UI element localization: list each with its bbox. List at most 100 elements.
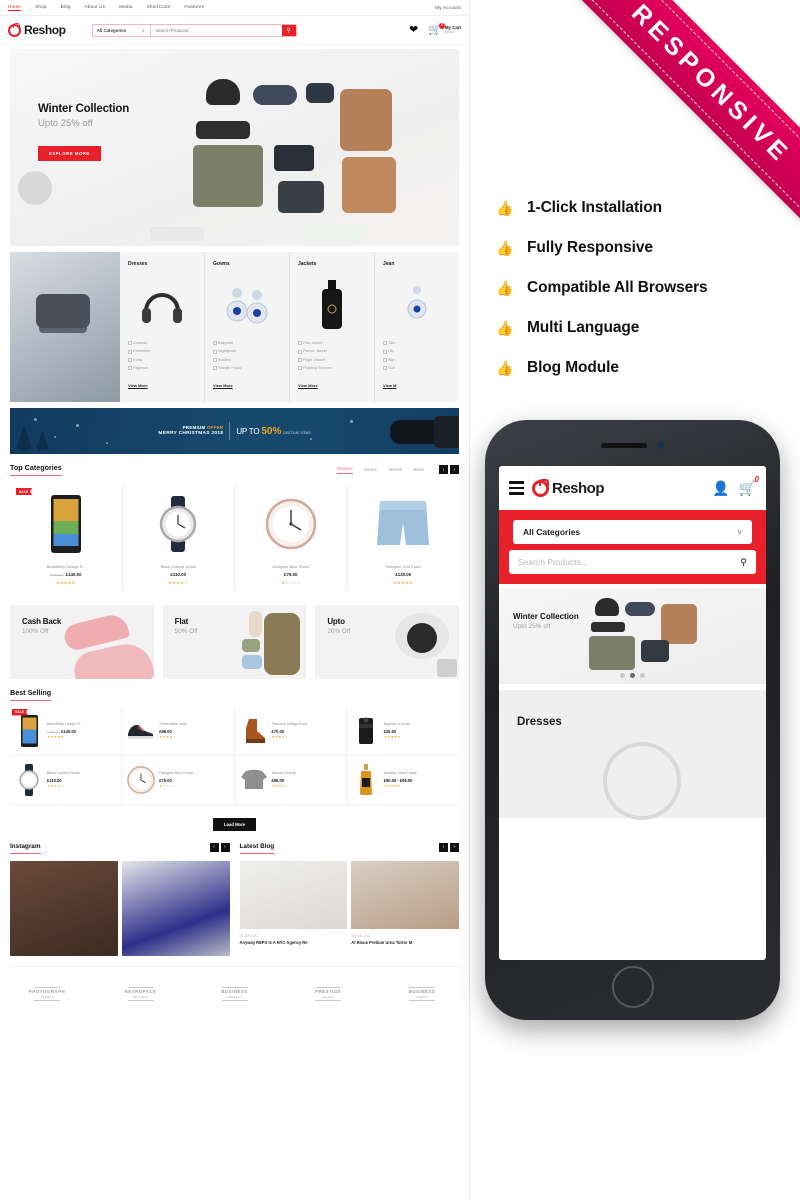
header-actions: ❤ 🛒 0 My Cart £0.00 [409,22,461,36]
chevron-down-icon: ˅ [737,527,742,537]
carousel-dot[interactable] [620,673,625,678]
chevron-right-icon[interactable]: › [450,465,459,474]
mobile-search-input[interactable]: Search Products... ⚲ [509,550,756,574]
nav-item-features[interactable]: Features [184,4,204,11]
list-item[interactable]: Designer Blue Dress £75.00 ★★★★★ [122,755,235,805]
product-card[interactable]: Black Lowest Jeans £110.00 ★★★★★ [123,484,235,591]
category-strip: Dresses Anarkali Parineeta Kurta Pajamas… [10,252,459,402]
cart-icon[interactable]: 🛒 0 [739,476,759,496]
product-card[interactable]: SALE Beautifully Design R.. £180.00 £140.… [10,484,123,591]
category-link[interactable]: Parineeta [128,348,196,354]
smartphone-image [50,495,81,553]
logo-text: Reshop [24,23,66,37]
category-link[interactable]: Anarkali [128,340,196,346]
tab-gowns[interactable]: Gowns [364,467,377,472]
wall-clock-image [127,765,156,794]
category-link[interactable]: Skin [383,357,451,362]
brand-logo[interactable]: BUSINESS COMPANY [202,974,268,1014]
cart-widget[interactable]: 🛒 0 My Cart £0.00 [428,22,461,36]
view-more-link[interactable]: View More [213,383,233,388]
view-more-link[interactable]: View More [298,383,318,388]
my-account-link[interactable]: My Account [435,5,461,10]
category-link[interactable]: Pajamas [128,365,196,371]
category-link[interactable]: Suit [383,365,451,371]
feature-item-blog-module: 👍 Blog Module [496,348,786,388]
instagram-photo[interactable] [121,860,230,956]
brand-logo[interactable]: RETROPACK ORIGINAL [108,974,174,1014]
category-link[interactable]: Babydoll [213,340,281,346]
category-link[interactable]: Hip [383,348,451,354]
search-input[interactable] [150,24,282,36]
promo-upto[interactable]: Upto 20% Off [315,604,460,679]
rating-stars: ★★★★★ [281,579,301,585]
product-card[interactable]: Designer Suit Court £120.00 ★★★★★ [348,484,460,591]
list-item[interactable]: Daphne In Scarf £35.00 ★★★★★ [346,707,459,756]
nav-item-blog[interactable]: Blog [61,4,71,11]
carousel-dot-active[interactable] [630,673,635,678]
explore-more-button[interactable]: EXPLORE MORE [38,146,101,161]
brand-logo[interactable]: PHOTOGRAPH STUDIO [14,974,80,1014]
category-link[interactable]: Sheath Frock [213,365,281,371]
tab-jeans[interactable]: Jeans [413,467,424,472]
wristwatch-image [160,496,197,552]
mobile-hero-banner[interactable]: Winter Collection Upto 25% off [499,588,766,684]
brand-logo[interactable]: BUSINESS AGENCY [389,974,455,1014]
carousel-dot[interactable] [640,673,645,678]
load-more-button[interactable]: Load More [212,817,257,831]
promo-cash-back[interactable]: Cash Back 100% Off [10,604,154,679]
blog-post[interactable]: 05 JAN 2021 Anyway REPS Is A NYC Agency … [239,860,348,946]
brand-logo[interactable]: PRESTIGE Quality [295,974,361,1014]
rating-stars: ★★★★★ [159,735,177,739]
product-name: Stretchable Jean [159,722,187,726]
category-link[interactable]: Fleece Jacket [298,348,366,354]
category-column-dresses: Dresses Anarkali Parineeta Kurta Pajamas… [120,252,205,402]
list-item[interactable]: Antique Short Dress £80.00 - £98.00 ★★★★… [346,756,459,805]
chevron-right-icon[interactable]: › [220,842,230,852]
view-more-link[interactable]: View M [383,383,397,388]
nav-item-shortcode[interactable]: ShortCode [147,4,171,11]
chevron-left-icon[interactable]: ‹ [209,842,219,852]
mobile-logo[interactable]: Reshop [532,479,605,497]
tab-dresses[interactable]: Dresses [337,466,353,474]
list-item[interactable]: Maroon Shorty £98.00 ★★★★★ [234,755,347,805]
home-button[interactable] [611,966,654,1008]
blog-post[interactable]: 28 AUG 2018 At Risus Pretium Urna Tortor… [351,860,459,946]
load-more-wrap: Load More [0,813,469,831]
list-item[interactable]: Peacock Design Kurti £70.00 ★★★★★ [234,706,347,756]
category-link[interactable]: Slim [383,340,451,346]
category-link[interactable]: Nightgown [213,348,281,354]
category-link[interactable]: Floating Sleeves [298,365,366,371]
category-select[interactable]: All Categories ▼ [93,24,151,36]
chevron-left-icon[interactable]: ‹ [439,465,448,474]
mobile-category-select[interactable]: All Categories ˅ [513,520,752,544]
site-logo[interactable]: Reshop [8,23,66,37]
hero-banner[interactable]: Winter Collection Upto 25% off EXPLORE M… [10,49,459,246]
category-link[interactable]: Flight Jacket [298,357,366,362]
hamburger-icon[interactable] [509,481,524,495]
promo-flat[interactable]: Flat 50% Off [162,604,307,679]
nav-item-shop[interactable]: Shop [35,4,47,11]
nav-item-media[interactable]: Media [119,4,133,11]
heart-icon[interactable]: ❤ [409,24,418,36]
category-link[interactable]: Kurta [128,357,196,362]
tab-jackets[interactable]: Jackets [388,467,402,472]
brand-logos: PHOTOGRAPH STUDIO RETROPACK ORIGINAL BUS… [10,965,459,1022]
nav-item-about-us[interactable]: About Us [85,4,106,11]
list-item[interactable]: SALE Beautifully Design R.. £180.00 £140.… [10,706,123,756]
chevron-right-icon[interactable]: › [450,842,459,852]
nav-item-home[interactable]: Home [8,4,22,11]
blog-title[interactable]: Anyway REPS Is A NYC Agency Re [240,940,348,945]
category-link[interactable]: Bustled [213,357,281,362]
user-icon[interactable]: 👤 [712,481,729,495]
product-card[interactable]: Designer Blue Dress £75.00 ★★★★★ [235,484,348,591]
blog-title[interactable]: At Risus Pretium Urna Tortor M [351,940,459,945]
chevron-left-icon[interactable]: ‹ [439,842,448,852]
search-icon[interactable]: ⚲ [740,557,747,568]
search-button[interactable]: ⚲ [281,24,296,36]
category-link[interactable]: Flak Jacket [298,340,366,346]
list-item[interactable]: Black Lowest Jeans £110.00 ★★★★★ [10,755,123,805]
view-more-link[interactable]: View More [128,383,148,388]
christmas-promo-banner[interactable]: PREMIUM OFFER MERRY CHRISTMAS 2018 UP TO… [10,408,459,454]
list-item[interactable]: Stretchable Jean £98.00 ★★★★★ [122,706,235,756]
instagram-photo[interactable] [10,860,118,956]
